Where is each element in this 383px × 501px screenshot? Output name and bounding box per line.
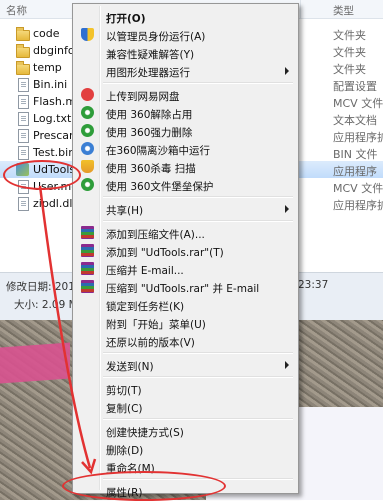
annotation-arrow [38, 185, 97, 475]
